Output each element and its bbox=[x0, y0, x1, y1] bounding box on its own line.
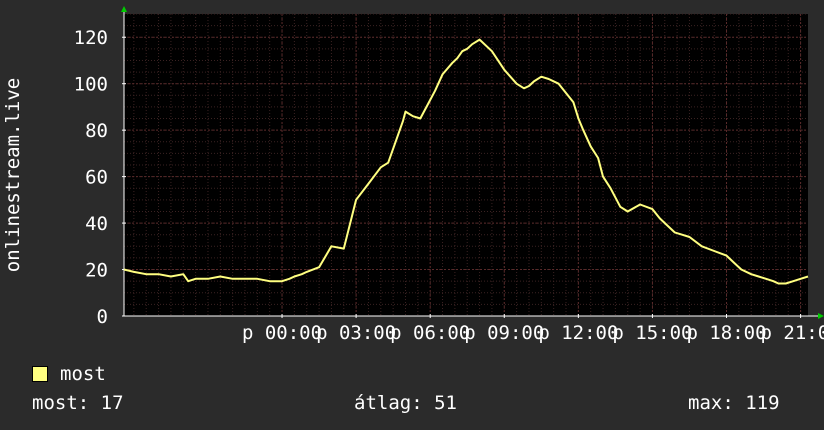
x-tick-label: p 03:00 bbox=[316, 322, 396, 344]
y-tick-label: 100 bbox=[74, 74, 108, 96]
y-axis-arrow bbox=[121, 6, 127, 12]
y-tick-label: 20 bbox=[85, 260, 108, 282]
y-tick-labels: 0 20 40 60 80 100 120 bbox=[74, 27, 108, 328]
x-tick-label: p 09:00 bbox=[464, 322, 544, 344]
traffic-chart: 0 20 40 60 80 100 120 p 00:00p 03:00p 06:00p 0… bbox=[2, 6, 824, 344]
x-axis-arrow bbox=[818, 313, 824, 319]
stat-average: átlag: 51 bbox=[354, 392, 457, 414]
y-tick-label: 80 bbox=[85, 120, 108, 142]
y-tick-label: 120 bbox=[74, 27, 108, 49]
y-tick-label: 0 bbox=[97, 306, 108, 328]
x-tick-label: p 06:00 bbox=[390, 322, 470, 344]
x-tick-label: p 21:00 bbox=[761, 322, 824, 344]
x-tick-label: p 18:00 bbox=[686, 322, 766, 344]
y-tick-label: 60 bbox=[85, 167, 108, 189]
y-axis-label: onlinestream.live bbox=[2, 78, 24, 272]
legend: most bbox=[32, 362, 106, 386]
legend-label: most bbox=[60, 363, 106, 385]
stat-max: max: 119 bbox=[688, 392, 780, 414]
x-tick-label: p 12:00 bbox=[538, 322, 618, 344]
x-tick-label: p 00:00 bbox=[242, 322, 322, 344]
stat-last: most: 17 bbox=[32, 392, 124, 414]
x-tick-label: p 15:00 bbox=[612, 322, 692, 344]
x-tick-labels: p 00:00p 03:00p 06:00p 09:00p 12:00p 15:… bbox=[242, 322, 824, 344]
y-tick-label: 40 bbox=[85, 213, 108, 235]
legend-swatch bbox=[32, 366, 48, 382]
